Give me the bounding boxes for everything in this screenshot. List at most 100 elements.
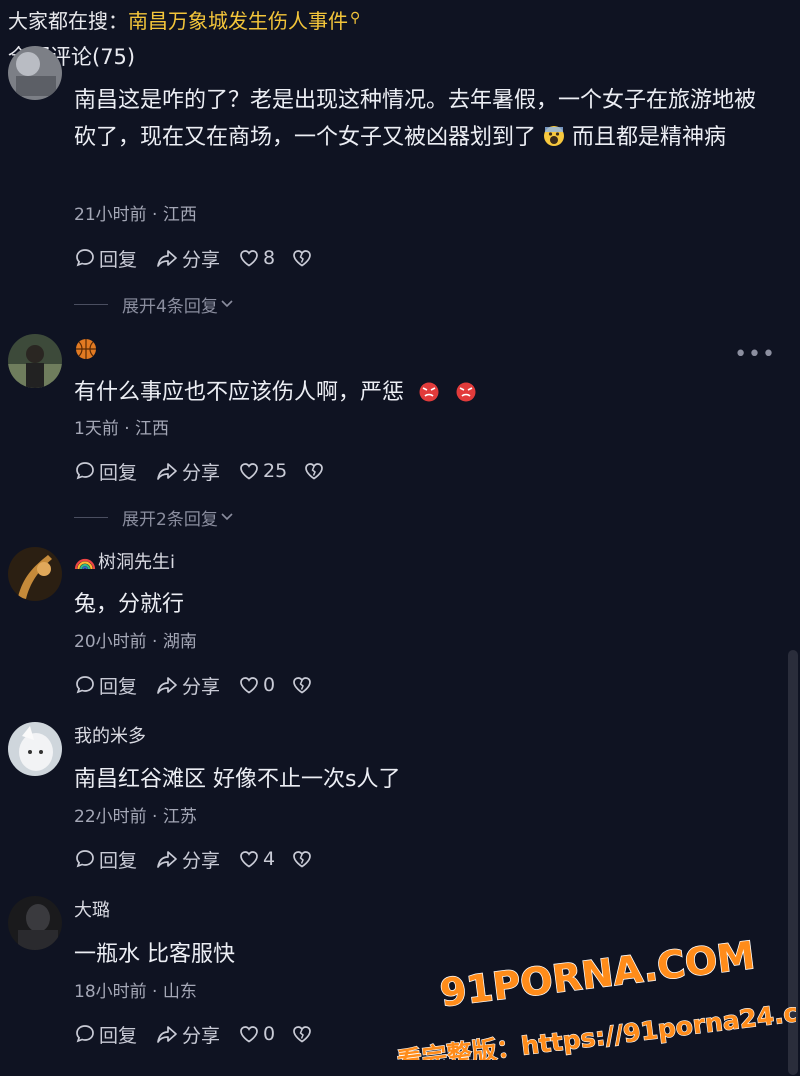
comment-meta: 20小时前 · 湖南 [74,632,197,652]
username-text: 树洞先生i [98,552,176,573]
share-icon [157,250,177,267]
comment-meta: 18小时前 · 山东 [74,982,197,1002]
reply-label: 回复 [99,461,138,484]
comment-actions: 回复 分享 8 [74,244,313,272]
heart-icon [240,677,258,694]
chevron-down-icon [220,508,234,528]
share-button[interactable]: 分享 [155,1021,220,1048]
expand-label: 展开2条回复 [122,510,218,530]
angry-emoji [417,377,441,414]
basketball-icon [74,337,98,365]
like-count: 25 [263,460,288,482]
comment-actions: 回复 分享 0 [74,1020,313,1048]
share-button[interactable]: 分享 [155,846,220,873]
broken-heart-icon [293,677,311,694]
comment-meta: 22小时前 · 江苏 [74,807,197,827]
share-label: 分享 [182,675,221,698]
comment-text-main: 有什么事应也不应该伤人啊，严惩 [74,380,405,405]
heart-icon [240,851,258,868]
scrollbar[interactable] [788,650,798,1075]
comment-text: 兔，分就行 [74,592,185,617]
comment-actions: 回复 分享 4 [74,845,313,873]
expand-replies-button[interactable]: 展开4条回复 [74,292,234,317]
expand-divider [74,304,108,305]
share-label: 分享 [182,461,221,484]
hot-search-bar[interactable]: 大家都在搜：南昌万象城发生伤人事件 ⚲ [8,4,360,35]
heart-icon [240,250,258,267]
fearful-emoji [543,122,565,159]
share-label: 分享 [182,1024,221,1047]
like-count: 4 [263,848,276,870]
avatar[interactable] [8,896,62,950]
share-button[interactable]: 分享 [155,672,220,699]
comment-text: 南昌这是咋的了？老是出现这种情况。去年暑假，一个女子在旅游地被砍了，现在又在商场… [74,82,774,159]
avatar[interactable] [8,722,62,776]
avatar[interactable] [8,46,62,100]
like-button[interactable]: 8 [238,247,275,269]
expand-replies-button[interactable]: 展开2条回复 [74,505,234,530]
rainbow-icon [74,553,96,579]
search-icon[interactable]: ⚲ [350,10,360,26]
watermark-line2: 看完整版：https://91porna24.com [396,993,796,1060]
like-button[interactable]: 25 [238,460,287,482]
dislike-button[interactable] [303,460,325,482]
comment-icon [76,850,94,868]
reply-button[interactable]: 回复 [74,458,137,485]
like-button[interactable]: 4 [238,848,275,870]
share-icon [157,677,177,694]
hot-search-keyword[interactable]: 南昌万象城发生伤人事件 [128,9,348,33]
reply-button[interactable]: 回复 [74,245,137,272]
comment-text-tail: 而且都是精神病 [572,125,727,150]
expand-label: 展开4条回复 [122,297,218,317]
like-button[interactable]: 0 [238,674,275,696]
comment-meta: 1天前 · 江西 [74,419,170,439]
share-icon [157,851,177,868]
reply-button[interactable]: 回复 [74,672,137,699]
comment-actions: 回复 分享 25 [74,457,325,485]
share-button[interactable]: 分享 [155,458,220,485]
dislike-button[interactable] [291,848,313,870]
like-count: 0 [263,1023,276,1045]
chevron-down-icon [220,295,234,315]
reply-label: 回复 [99,248,138,271]
share-button[interactable]: 分享 [155,245,220,272]
reply-button[interactable]: 回复 [74,846,137,873]
like-button[interactable]: 0 [238,1023,275,1045]
angry-emoji [454,377,478,414]
comment-text: 一瓶水 比客服快 [74,942,235,967]
comment-username[interactable]: 大璐 [74,898,110,924]
dislike-button[interactable] [291,674,313,696]
avatar[interactable] [8,547,62,601]
dislike-button[interactable] [291,247,313,269]
heart-icon [240,1026,258,1043]
comment-icon [76,676,94,694]
broken-heart-icon [293,851,311,868]
broken-heart-icon [293,250,311,267]
reply-label: 回复 [99,675,138,698]
share-label: 分享 [182,849,221,872]
like-count: 8 [263,247,276,269]
broken-heart-icon [305,463,324,480]
comment-icon [76,1025,94,1043]
more-icon[interactable]: ••• [734,342,776,367]
comment-icon [76,249,94,267]
dislike-button[interactable] [291,1023,313,1045]
like-count: 0 [263,674,276,696]
broken-heart-icon [293,1026,311,1043]
reply-label: 回复 [99,1024,138,1047]
avatar[interactable] [8,334,62,388]
share-icon [157,463,177,480]
comment-username[interactable]: 树洞先生i [74,550,175,579]
comment-meta: 21小时前 · 江西 [74,205,197,225]
reply-button[interactable]: 回复 [74,1021,137,1048]
comment-text: 南昌红谷滩区 好像不止一次s人了 [74,767,401,792]
comment-username[interactable]: 我的米多 [74,724,146,750]
hot-search-label: 大家都在搜： [8,9,128,33]
heart-icon [240,463,258,480]
comment-text: 有什么事应也不应该伤人啊，严惩 [74,374,774,414]
comment-actions: 回复 分享 0 [74,671,313,699]
expand-divider [74,517,108,518]
share-label: 分享 [182,248,221,271]
comment-icon [76,462,94,480]
reply-label: 回复 [99,849,138,872]
